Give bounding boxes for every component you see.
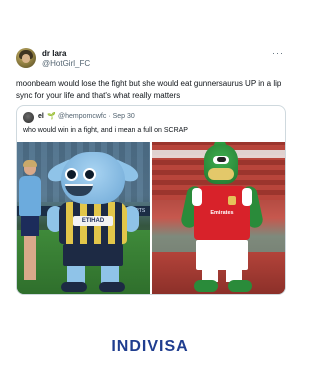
quoted-handle: @hempomcwfc · Sep 30 — [58, 113, 135, 120]
display-name[interactable]: dr lara — [42, 49, 66, 58]
more-dots-icon[interactable]: ··· — [272, 49, 284, 58]
handle[interactable]: @HotGirl_FC — [42, 59, 90, 68]
photo-gunnersaurus[interactable]: Emirates — [152, 142, 285, 294]
gunnersaurus-mascot: Emirates — [179, 142, 265, 294]
moonbeam-sponsor-text: ETIHAD — [73, 216, 113, 226]
quoted-display-name: el — [38, 113, 44, 120]
quoted-avatar — [23, 112, 34, 123]
tweet-card: dr lara @HotGirl_FC ··· moonbeam would l… — [0, 0, 300, 335]
quoted-text: who would win in a fight, and i mean a f… — [23, 127, 188, 134]
gunnersaurus-sponsor-text: Emirates — [210, 210, 234, 216]
player-figure — [19, 160, 41, 292]
tweet-header: dr lara @HotGirl_FC ··· — [16, 48, 286, 74]
moonbeam-mascot: ETIHAD — [44, 150, 142, 294]
quoted-date: Sep 30 — [112, 113, 135, 120]
seedling-emoji: 🌱 — [47, 113, 56, 120]
tweet-text: moonbeam would lose the fight but she wo… — [16, 79, 282, 100]
photo-moonbeam[interactable]: EA SPORTS ETIHAD — [17, 142, 150, 294]
avatar[interactable] — [16, 48, 36, 68]
quoted-tweet-header: el 🌱 @hempomcwfc · Sep 30 — [23, 112, 273, 124]
quoted-tweet[interactable]: el 🌱 @hempomcwfc · Sep 30 who would win … — [16, 105, 286, 295]
brand-wordmark: INDIVISA — [111, 338, 189, 355]
quoted-photos: EA SPORTS ETIHAD — [17, 142, 285, 294]
